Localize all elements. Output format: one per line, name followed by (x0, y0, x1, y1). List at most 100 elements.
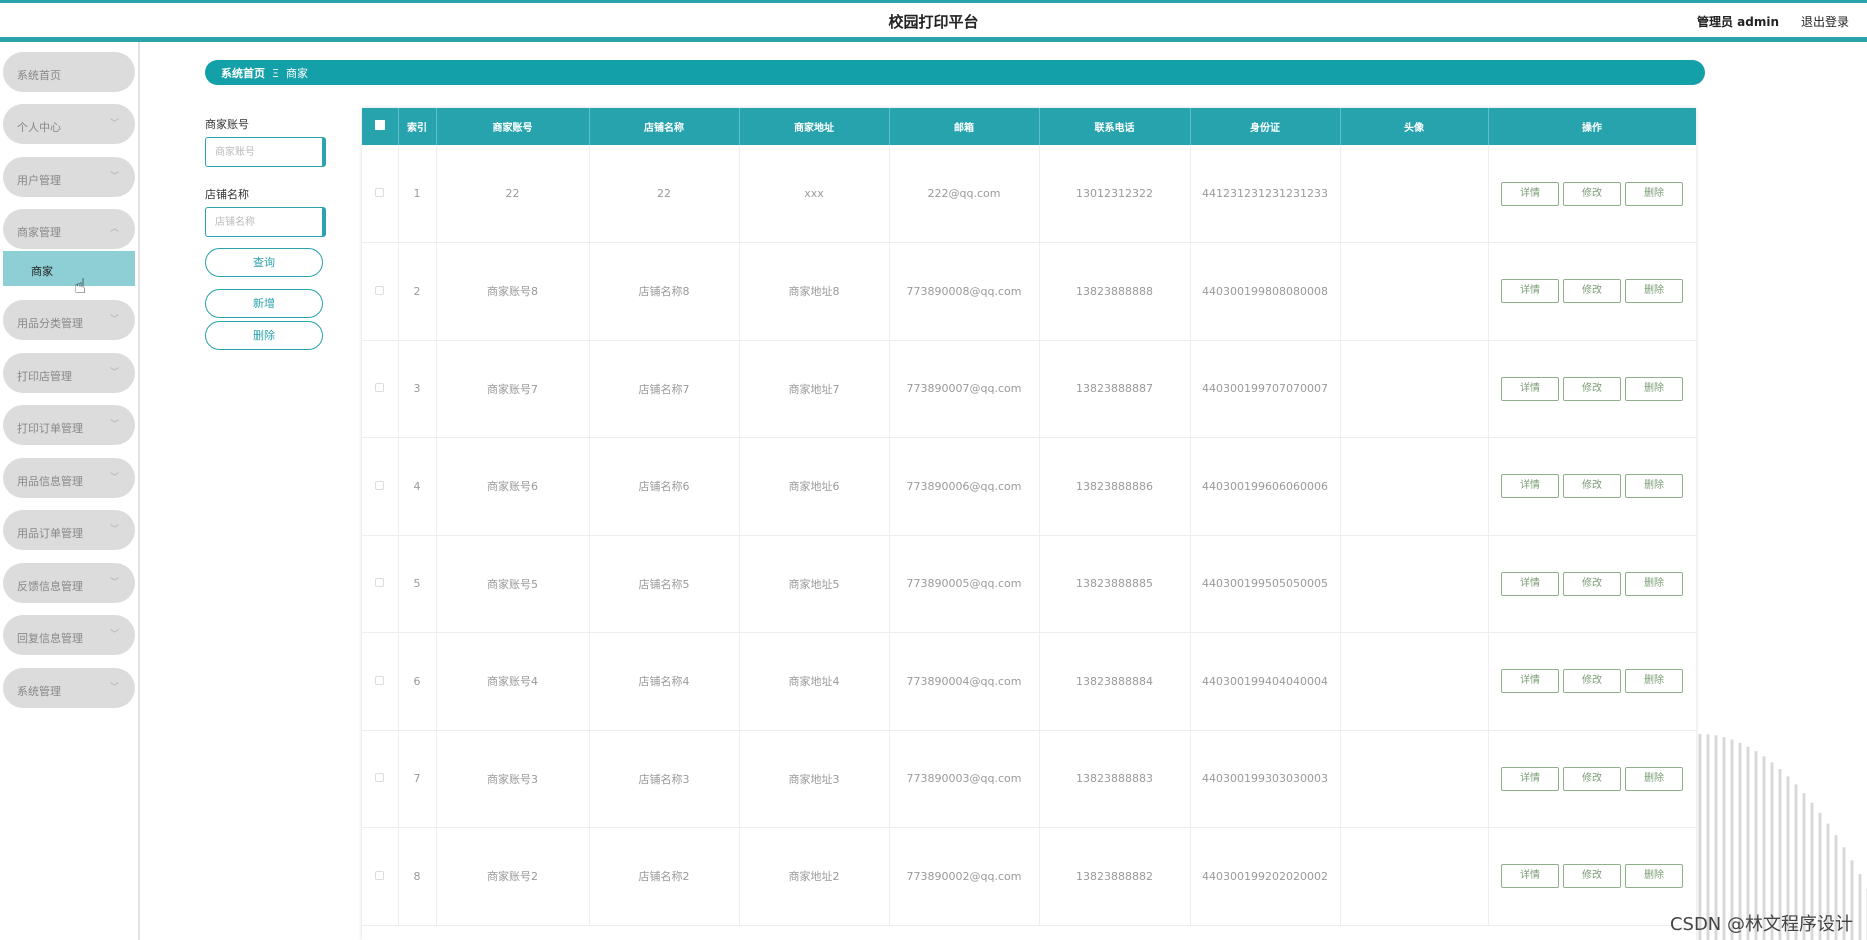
sidebar-item-feedback[interactable]: 反馈信息管理 ﹀ (3, 563, 135, 603)
cell-shop: 店铺名称6 (589, 437, 740, 536)
query-button[interactable]: 查询 (205, 248, 323, 277)
chevron-up-icon: ︿ (109, 224, 119, 234)
cell-address: xxx (739, 145, 890, 243)
sidebar-item-print-order[interactable]: 打印订单管理 ﹀ (3, 405, 135, 445)
column-header: 索引 (398, 108, 437, 145)
detail-button[interactable]: 详情 (1501, 766, 1559, 791)
sidebar-item-system[interactable]: 系统管理 ﹀ (3, 668, 135, 708)
cell-idcard: 441231231231231233 (1190, 145, 1341, 243)
sidebar-item-print-shop[interactable]: 打印店管理 ﹀ (3, 353, 135, 393)
cell-account: 商家账号2 (436, 827, 590, 926)
table-row[interactable]: 4 商家账号6 店铺名称6 商家地址6 773890006@qq.com 13823888… (362, 437, 1696, 536)
column-header[interactable]: 邮箱 (889, 108, 1040, 145)
table-row[interactable]: 2 商家账号8 店铺名称8 商家地址8 773890008@qq.com 13823888… (362, 242, 1696, 341)
row-delete-button[interactable]: 删除 (1625, 279, 1683, 304)
sidebar-item-supply-order[interactable]: 用品订单管理 ﹀ (3, 510, 135, 550)
table-row[interactable]: 7 商家账号3 店铺名称3 商家地址3 773890003@qq.com 13823888… (362, 730, 1696, 828)
row-checkbox[interactable] (362, 730, 399, 828)
cell-phone: 13823888884 (1039, 632, 1191, 731)
chevron-down-icon: ﹀ (109, 420, 119, 430)
edit-button[interactable]: 修改 (1563, 474, 1621, 499)
cell-avatar (1340, 437, 1489, 536)
chevron-down-icon: ﹀ (109, 315, 119, 325)
row-delete-button[interactable]: 删除 (1625, 669, 1683, 694)
chevron-down-icon: ﹀ (109, 473, 119, 483)
edit-button[interactable]: 修改 (1563, 181, 1621, 206)
cell-index: 2 (398, 242, 437, 341)
cell-address: 商家地址6 (739, 437, 890, 536)
table-header-row: 索引 商家账号 店铺名称 商家地址 邮箱 联系电话 身份证 头像 操作 (362, 108, 1696, 145)
edit-button[interactable]: 修改 (1563, 376, 1621, 401)
table-row[interactable]: 1 22 22 xxx 222@qq.com 13012312322 44123123123… (362, 145, 1696, 243)
cell-actions: 详情 修改 删除 (1488, 730, 1696, 828)
detail-button[interactable]: 详情 (1501, 474, 1559, 499)
cell-actions: 详情 修改 删除 (1488, 827, 1696, 926)
detail-button[interactable]: 详情 (1501, 571, 1559, 596)
table-row[interactable]: 8 商家账号2 店铺名称2 商家地址2 773890002@qq.com 13823888… (362, 827, 1696, 926)
edit-button[interactable]: 修改 (1563, 571, 1621, 596)
row-checkbox[interactable] (362, 242, 399, 341)
row-delete-button[interactable]: 删除 (1625, 864, 1683, 889)
detail-button[interactable]: 详情 (1501, 864, 1559, 889)
breadcrumb-separator: Ξ (272, 67, 279, 80)
edit-button[interactable]: 修改 (1563, 279, 1621, 304)
table-row[interactable]: 3 商家账号7 店铺名称7 商家地址7 773890007@qq.com 13823888… (362, 340, 1696, 438)
column-header[interactable]: 身份证 (1190, 108, 1341, 145)
sidebar-item-home[interactable]: 系统首页 (3, 52, 135, 92)
detail-button[interactable]: 详情 (1501, 181, 1559, 206)
cell-email: 773890003@qq.com (889, 730, 1040, 828)
merchant-account-input[interactable] (205, 137, 326, 167)
detail-button[interactable]: 详情 (1501, 279, 1559, 304)
cell-address: 商家地址4 (739, 632, 890, 731)
table-row[interactable]: 5 商家账号5 店铺名称5 商家地址5 773890005@qq.com 13823888… (362, 535, 1696, 633)
sidebar-item-merchant-management[interactable]: 商家管理 ︿ (3, 209, 135, 249)
row-delete-button[interactable]: 删除 (1625, 376, 1683, 401)
edit-button[interactable]: 修改 (1563, 864, 1621, 889)
select-all-checkbox[interactable] (362, 108, 399, 145)
cell-idcard: 440300199606060006 (1190, 437, 1341, 536)
cell-account: 商家账号7 (436, 340, 590, 438)
merchant-account-label: 商家账号 (205, 118, 249, 131)
row-checkbox[interactable] (362, 535, 399, 633)
top-bar: 校园打印平台 管理员 admin 退出登录 (0, 0, 1867, 42)
add-button[interactable]: 新增 (205, 289, 323, 318)
row-delete-button[interactable]: 删除 (1625, 181, 1683, 206)
column-header[interactable]: 联系电话 (1039, 108, 1191, 145)
csdn-watermark: CSDN @林文程序设计 (1669, 914, 1853, 935)
edit-button[interactable]: 修改 (1563, 669, 1621, 694)
cell-account: 商家账号5 (436, 535, 590, 633)
column-header[interactable]: 店铺名称 (589, 108, 740, 145)
detail-button[interactable]: 详情 (1501, 376, 1559, 401)
sidebar-item-supply-info[interactable]: 用品信息管理 ﹀ (3, 458, 135, 498)
sidebar-subitem-merchant[interactable]: 商家 (3, 251, 135, 286)
cell-email: 773890004@qq.com (889, 632, 1040, 731)
logout-link[interactable]: 退出登录 (1801, 13, 1849, 30)
row-delete-button[interactable]: 删除 (1625, 571, 1683, 596)
delete-button[interactable]: 删除 (205, 321, 323, 350)
sidebar-item-personal-center[interactable]: 个人中心 ﹀ (3, 104, 135, 144)
column-header[interactable]: 商家账号 (436, 108, 590, 145)
table-row[interactable]: 6 商家账号4 店铺名称4 商家地址4 773890004@qq.com 13823888… (362, 632, 1696, 731)
row-checkbox[interactable] (362, 145, 399, 243)
row-checkbox[interactable] (362, 340, 399, 438)
column-header[interactable]: 商家地址 (739, 108, 890, 145)
sidebar-item-supply-category[interactable]: 用品分类管理 ﹀ (3, 300, 135, 340)
edit-button[interactable]: 修改 (1563, 766, 1621, 791)
row-checkbox[interactable] (362, 827, 399, 926)
decorative-stripes (1698, 734, 1867, 940)
row-checkbox[interactable] (362, 632, 399, 731)
shop-name-input[interactable] (205, 207, 326, 237)
row-delete-button[interactable]: 删除 (1625, 766, 1683, 791)
cell-account: 商家账号4 (436, 632, 590, 731)
row-delete-button[interactable]: 删除 (1625, 474, 1683, 499)
sidebar-item-reply[interactable]: 回复信息管理 ﹀ (3, 615, 135, 655)
sidebar-item-user-management[interactable]: 用户管理 ﹀ (3, 157, 135, 197)
cell-shop: 店铺名称4 (589, 632, 740, 731)
cell-idcard: 440300199808080008 (1190, 242, 1341, 341)
breadcrumb-home[interactable]: 系统首页 (221, 67, 265, 80)
cell-address: 商家地址8 (739, 242, 890, 341)
cell-avatar (1340, 632, 1489, 731)
row-checkbox[interactable] (362, 437, 399, 536)
detail-button[interactable]: 详情 (1501, 669, 1559, 694)
cell-account: 商家账号3 (436, 730, 590, 828)
